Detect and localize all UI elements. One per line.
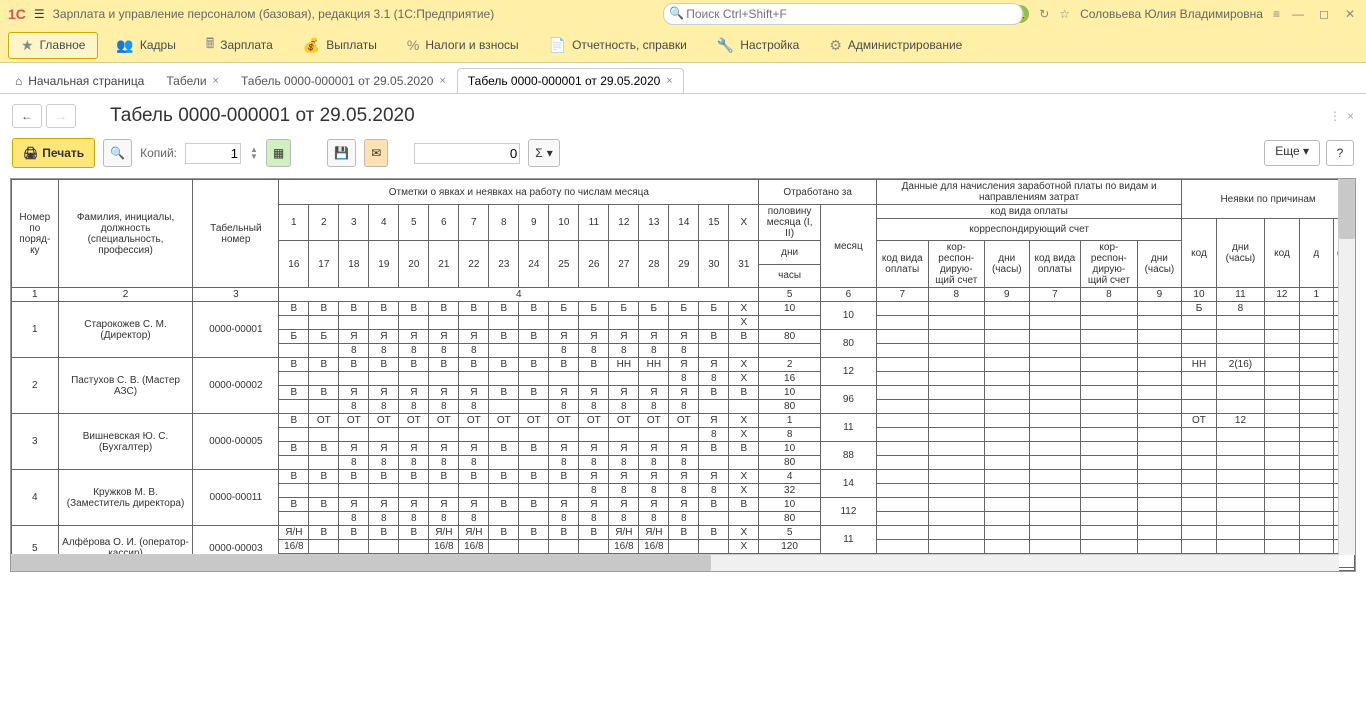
more-button[interactable]: Еще ▾ — [1264, 140, 1320, 166]
kebab-icon[interactable]: ⋮ — [1329, 109, 1341, 123]
menu-otchetnost[interactable]: 📄Отчетность, справки — [537, 33, 699, 58]
th-paydata: Данные для начисления заработной платы п… — [876, 180, 1181, 205]
gear-icon: ⚙ — [829, 37, 842, 54]
close-icon[interactable]: × — [666, 75, 672, 87]
table-row[interactable]: 2Пастухов С. В. (Мастер АЗС)0000-00002 В… — [12, 358, 1355, 372]
copies-input[interactable] — [185, 143, 241, 164]
document-icon: 📄 — [549, 37, 566, 54]
help-button[interactable]: ? — [1326, 140, 1354, 166]
app-title: Зарплата и управление персоналом (базова… — [53, 7, 495, 21]
percent-icon: % — [407, 37, 419, 53]
maximize-icon[interactable]: ◻ — [1316, 7, 1332, 21]
tab-doc1[interactable]: Табель 0000-000001 от 29.05.2020× — [230, 68, 457, 93]
timesheet-table[interactable]: Номер по поряд- ку Фамилия, инициалы, до… — [10, 178, 1356, 572]
star-icon: ★ — [21, 37, 34, 54]
save-button[interactable]: 💾 — [327, 139, 356, 167]
grid-button[interactable]: ▦ — [266, 139, 291, 167]
close-page-icon[interactable]: × — [1347, 109, 1354, 123]
logo-1c: 1C — [8, 6, 26, 22]
scrollbar-horizontal[interactable] — [11, 554, 1339, 571]
th-absence: Неявки по причинам — [1182, 180, 1355, 219]
menu-kadry[interactable]: 👥Кадры — [104, 33, 187, 58]
wrench-icon: 🔧 — [717, 37, 734, 54]
tab-doc2[interactable]: Табель 0000-000001 от 29.05.2020× — [457, 68, 684, 93]
close-icon[interactable]: ✕ — [1342, 7, 1358, 21]
scrollbar-vertical[interactable] — [1338, 179, 1355, 555]
number-input[interactable] — [414, 143, 520, 164]
search-input[interactable] — [663, 3, 1023, 25]
email-button[interactable]: ✉ — [364, 139, 388, 167]
back-button[interactable]: ← — [12, 104, 42, 128]
user-name[interactable]: Соловьева Юлия Владимировна — [1080, 7, 1263, 21]
forward-button: → — [46, 104, 76, 128]
th-worked: Отработано за — [759, 180, 877, 205]
people-icon: 👥 — [116, 37, 133, 54]
menu-vyplaty[interactable]: 💰Выплаты — [291, 33, 389, 58]
sigma-button[interactable]: Σ ▾ — [528, 139, 559, 167]
table-row[interactable]: 5Алфёрова О. И. (оператор-кассир)0000-00… — [12, 526, 1355, 540]
th-marks: Отметки о явках и неявках на работу по ч… — [279, 180, 759, 205]
menu-nalogi[interactable]: %Налоги и взносы — [395, 33, 531, 57]
close-icon[interactable]: × — [439, 75, 445, 87]
menu-main[interactable]: ★Главное — [8, 32, 98, 59]
page-title: Табель 0000-000001 от 29.05.2020 — [110, 105, 415, 127]
table-row[interactable]: 1Старокожев С. М. (Директор)0000-00001 В… — [12, 302, 1355, 316]
table-row[interactable]: 3Вишневская Ю. С. (Бухгалтер)0000-00005 … — [12, 414, 1355, 428]
tab-tabeli[interactable]: Табели× — [155, 68, 230, 93]
hamburger-icon[interactable]: ☰ — [34, 7, 45, 21]
star-icon[interactable]: ☆ — [1059, 7, 1070, 21]
menu-admin[interactable]: ⚙Администрирование — [817, 33, 974, 58]
filter-icon[interactable]: ≡ — [1273, 7, 1280, 21]
minimize-icon[interactable]: — — [1290, 7, 1306, 21]
th-num: Номер по поряд- ку — [12, 180, 59, 288]
copies-label: Копий: — [140, 146, 177, 160]
th-tabnum: Табельный номер — [193, 180, 279, 288]
th-fio: Фамилия, инициалы, должность (специально… — [58, 180, 193, 288]
close-icon[interactable]: × — [213, 75, 219, 87]
calculator-icon: 🖩 — [206, 33, 214, 57]
money-icon: 💰 — [303, 37, 320, 54]
preview-button[interactable]: 🔍 — [103, 139, 132, 167]
printer-icon: 🖨 — [23, 146, 38, 160]
print-button[interactable]: 🖨Печать — [12, 138, 95, 168]
home-icon: ⌂ — [15, 74, 22, 88]
history-icon[interactable]: ↻ — [1039, 7, 1049, 21]
menu-zarplata[interactable]: 🖩Зарплата — [194, 29, 285, 61]
table-row[interactable]: 4Кружков М. В. (Заместитель директора)00… — [12, 470, 1355, 484]
search-icon: 🔍 — [669, 6, 684, 20]
tab-home[interactable]: ⌂Начальная страница — [4, 68, 155, 93]
menu-nastroyka[interactable]: 🔧Настройка — [705, 33, 812, 58]
